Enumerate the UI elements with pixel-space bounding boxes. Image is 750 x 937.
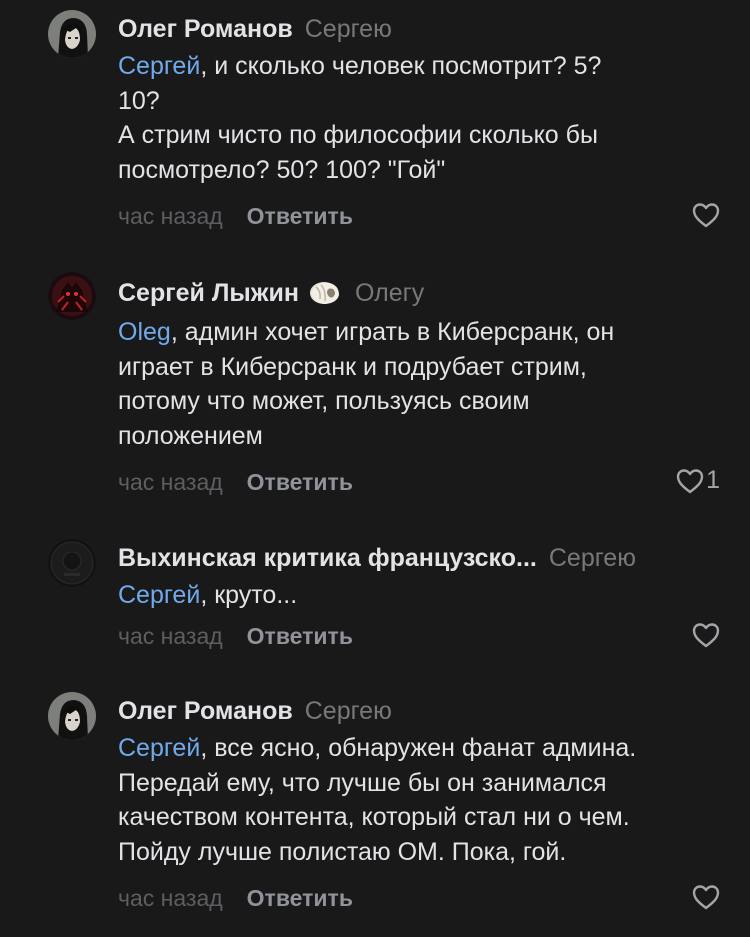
- comment-text: Oleg, админ хочет играть в Киберсранк, о…: [118, 318, 615, 450]
- reply-to-user[interactable]: Сергею: [305, 15, 392, 43]
- seashell-icon: [307, 277, 343, 314]
- heart-outline-icon: [692, 623, 720, 648]
- mention-link[interactable]: Сергей: [118, 52, 200, 80]
- anime-character-avatar-icon: [48, 692, 96, 740]
- comment-author[interactable]: Олег Романов: [118, 697, 293, 725]
- comment-timestamp: час назад: [118, 203, 223, 229]
- comment-author[interactable]: Олег Романов: [118, 15, 293, 43]
- comment-text: Сергей, и сколько человек посмотрит? 5? …: [118, 52, 602, 184]
- reply-to-user[interactable]: Сергею: [305, 697, 392, 725]
- reply-button[interactable]: Ответить: [247, 623, 353, 649]
- like-button[interactable]: [692, 884, 720, 910]
- comment-timestamp: час назад: [118, 469, 223, 495]
- avatar[interactable]: [48, 10, 96, 58]
- avatar[interactable]: [48, 692, 96, 740]
- comment-text: Сергей, все ясно, обнаружен фанат админа…: [118, 734, 637, 866]
- like-button[interactable]: [692, 202, 720, 228]
- comment-author[interactable]: Выхинская критика французско...: [118, 544, 537, 572]
- heart-outline-icon: [692, 885, 720, 910]
- reply-to-user[interactable]: Олегу: [355, 279, 424, 307]
- dark-red-creature-avatar-icon: [48, 272, 96, 320]
- mention-link[interactable]: Сергей: [118, 734, 200, 762]
- reply-to-user[interactable]: Сергею: [549, 544, 636, 572]
- avatar[interactable]: [48, 272, 96, 320]
- reply-button[interactable]: Ответить: [247, 203, 353, 229]
- reply-button[interactable]: Ответить: [247, 469, 353, 495]
- comment-timestamp: час назад: [118, 885, 223, 911]
- mention-link[interactable]: Oleg: [118, 318, 171, 346]
- avatar[interactable]: [48, 539, 96, 587]
- comment-text: Сергей, круто...: [118, 581, 298, 609]
- anime-character-avatar-icon: [48, 10, 96, 58]
- reply-button[interactable]: Ответить: [247, 885, 353, 911]
- dark-community-avatar-icon: [48, 539, 96, 587]
- heart-outline-icon: [692, 203, 720, 228]
- mention-link[interactable]: Сергей: [118, 581, 200, 609]
- like-button[interactable]: 1: [676, 466, 720, 495]
- comment-timestamp: час назад: [118, 623, 223, 649]
- like-button[interactable]: [692, 622, 720, 648]
- like-count: 1: [706, 466, 720, 494]
- heart-outline-icon: [676, 468, 704, 493]
- comment-author[interactable]: Сергей Лыжин: [118, 279, 299, 307]
